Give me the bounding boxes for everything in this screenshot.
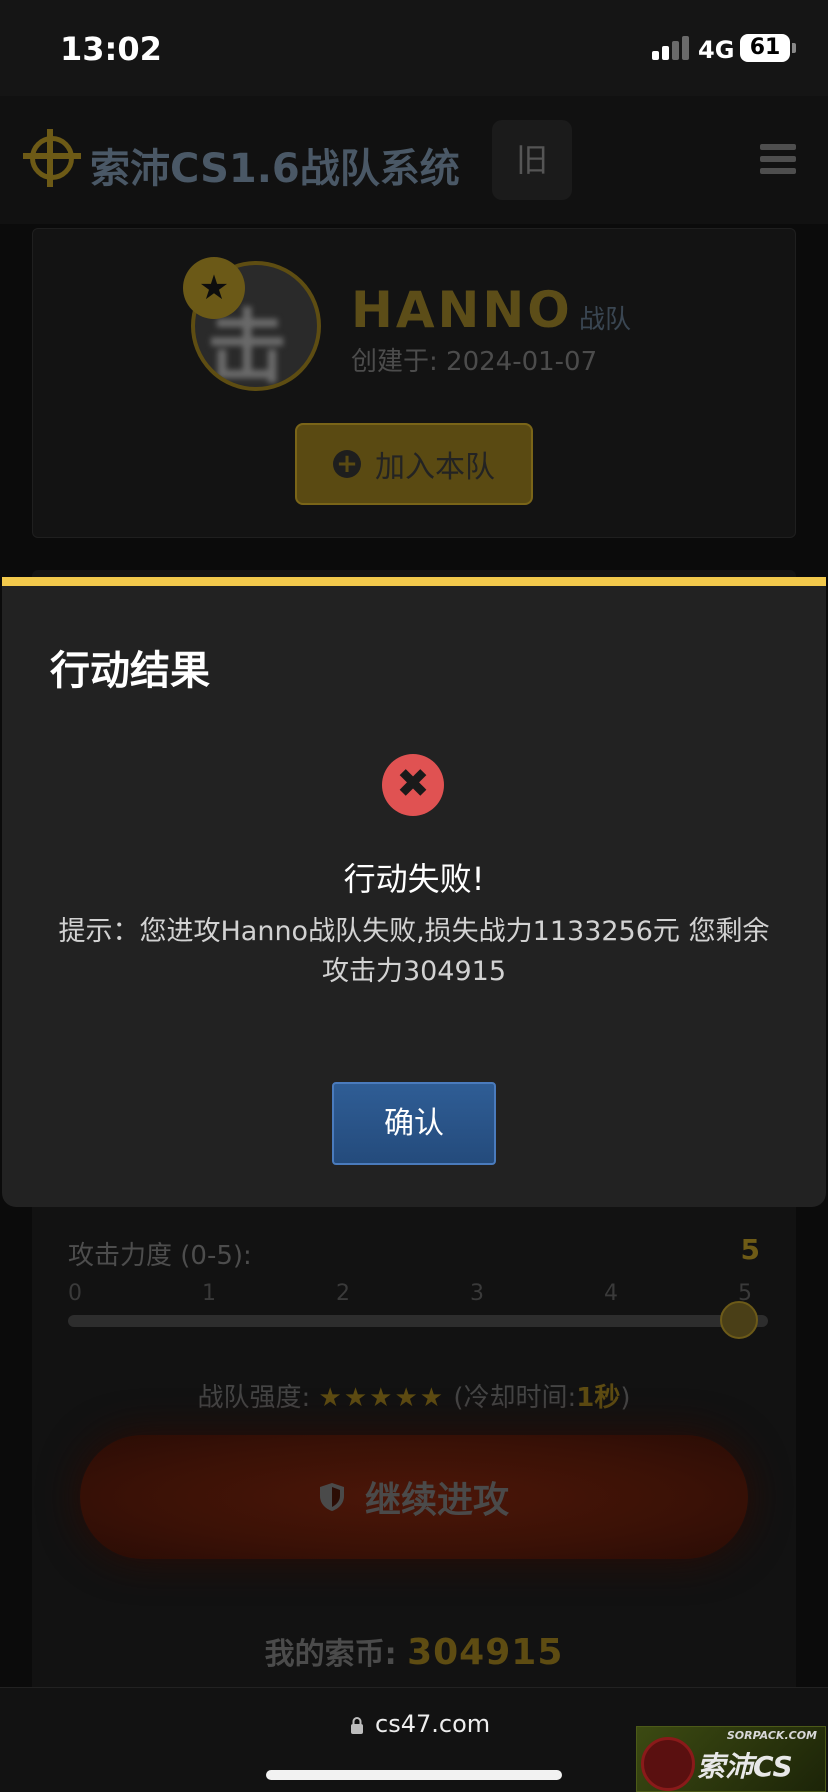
sorpack-logo: SORPACK.COM 索沛CS [636, 1726, 826, 1792]
my-coins: 我的索币: 304915 [32, 1629, 796, 1673]
old-version-button[interactable]: 旧 [492, 120, 572, 200]
slider-tick: 2 [336, 1281, 350, 1306]
status-bar: 13:02 4G 61 [0, 0, 828, 96]
site-title[interactable]: 索沛CS1.6战队系统 [90, 136, 460, 194]
shield-icon [319, 1483, 344, 1511]
lock-icon [351, 1717, 363, 1734]
coins-value: 304915 [407, 1632, 564, 1673]
attack-power-value: 5 [740, 1233, 760, 1266]
cellular-signal-icon [652, 36, 690, 60]
modal-title: 行动结果 [50, 648, 210, 694]
slider-tick: 0 [68, 1281, 82, 1306]
slider-thumb[interactable] [720, 1301, 758, 1339]
slider-tick: 3 [470, 1281, 484, 1306]
crosshair-logo-icon [23, 129, 81, 187]
battery-tip [792, 43, 796, 53]
logo-main-text: 索沛CS [697, 1750, 793, 1783]
hamburger-menu-icon[interactable] [760, 144, 796, 174]
team-name: HANNO [351, 281, 573, 339]
status-time: 13:02 [60, 30, 162, 68]
logo-top-text: SORPACK.COM [726, 1729, 817, 1742]
cooldown-value: 1秒 [576, 1383, 621, 1413]
slider-tick: 4 [604, 1281, 618, 1306]
battery-icon: 61 [740, 34, 790, 62]
network-type: 4G [698, 36, 735, 64]
home-indicator[interactable] [266, 1770, 562, 1780]
team-created-date: 创建于: 2024-01-07 [351, 347, 598, 377]
error-x-icon: ✖ [382, 754, 444, 816]
continue-attack-label: 继续进攻 [364, 1480, 509, 1521]
attack-power-slider[interactable] [68, 1315, 768, 1327]
slider-ticks: 0 1 2 3 4 5 [68, 1281, 780, 1311]
cooldown-open: (冷却时间: [453, 1383, 577, 1413]
join-team-button[interactable]: + 加入本队 [295, 423, 533, 505]
result-heading: 行动失败! [343, 860, 485, 898]
strength-label: 战队强度: [197, 1383, 311, 1413]
action-result-modal: 行动结果 ✖ 行动失败! 提示：您进攻Hanno战队失败,损失战力1133256… [2, 577, 826, 1207]
star-icon: ★ [183, 257, 245, 319]
confirm-button[interactable]: 确认 [332, 1082, 496, 1165]
team-card: 击 ★ HANNO 战队 创建于: 2024-01-07 + 加入本队 [32, 228, 796, 538]
cooldown-close: ) [620, 1383, 631, 1413]
strength-stars-icon: ★★★★★ [318, 1383, 446, 1413]
team-suffix: 战队 [579, 305, 632, 335]
result-message: 提示：您进攻Hanno战队失败,损失战力1133256元 您剩余攻击力30491… [58, 916, 770, 987]
attack-power-label: 攻击力度 (0-5): [68, 1241, 252, 1271]
team-strength: 战队强度: ★★★★★ (冷却时间:1秒) [32, 1377, 796, 1414]
site-header: 索沛CS1.6战队系统 旧 [0, 96, 828, 224]
continue-attack-button[interactable]: 继续进攻 [80, 1435, 748, 1559]
plus-circle-icon: + [333, 450, 361, 478]
url-text[interactable]: cs47.com [375, 1710, 490, 1738]
join-team-label: 加入本队 [375, 450, 495, 485]
logo-disc-icon [641, 1737, 695, 1791]
attack-panel: 攻击力度 (0-5): 5 0 1 2 3 4 5 战队强度: ★★★★★ (冷… [32, 1207, 796, 1687]
browser-address-bar: cs47.com SORPACK.COM 索沛CS [0, 1687, 828, 1792]
coins-label: 我的索币: [264, 1637, 397, 1672]
slider-tick: 1 [202, 1281, 216, 1306]
